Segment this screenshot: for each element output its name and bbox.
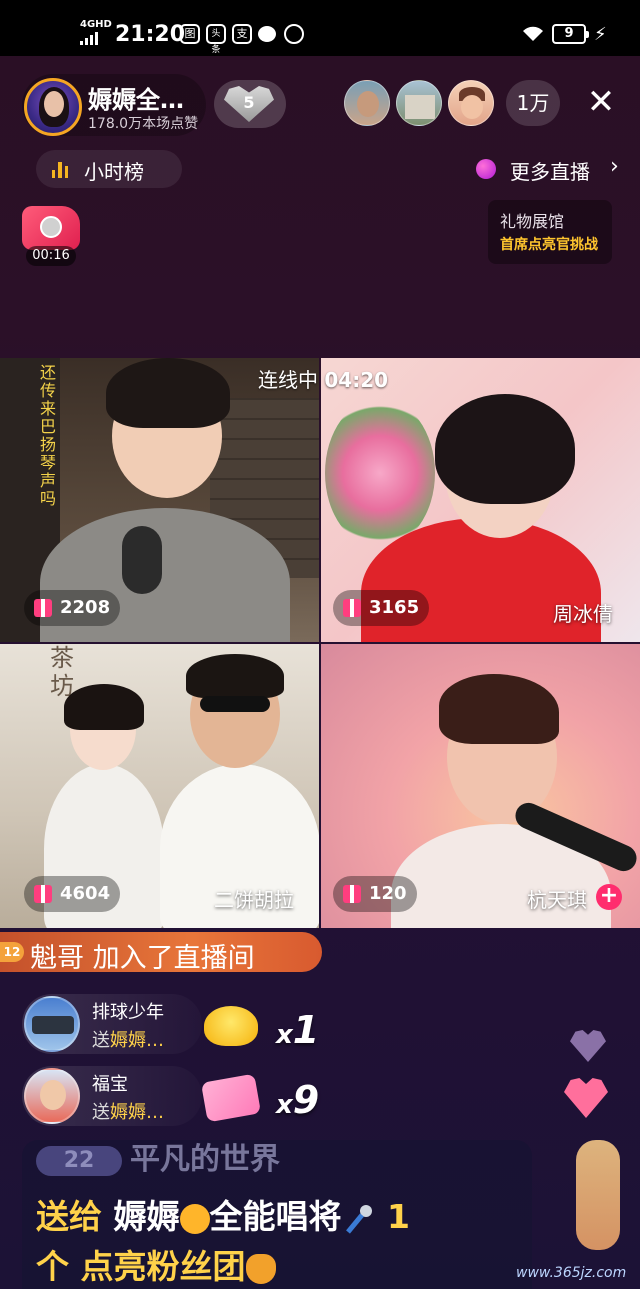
chat-notification-icon: [258, 26, 276, 42]
gift-icon: [34, 599, 52, 617]
join-text: 魁哥 加入了直播间: [30, 943, 255, 974]
stream-score: 4604: [24, 876, 121, 912]
viewer-avatar[interactable]: [448, 80, 494, 126]
gift-sender-name: 福宝: [92, 1074, 128, 1095]
gift-broadcast-ticker: 22 平凡的世界 送给 媷媷 全能唱将 1 个 点亮粉丝团: [22, 1140, 532, 1289]
user-level-badge: 12: [0, 942, 24, 962]
app-notification-icon: 图: [180, 24, 200, 44]
connection-label: 连线中: [258, 368, 318, 392]
gift-send-text: 送媷媷…: [92, 1030, 164, 1051]
broadcast-line-2: 个 点亮粉丝团: [36, 1240, 276, 1288]
viewer-avatar[interactable]: [344, 80, 390, 126]
cellular-signal-icon: 4GHD: [80, 20, 112, 45]
close-icon[interactable]: ✕: [580, 82, 622, 124]
gift-count: x1: [276, 1008, 320, 1052]
microphone-icon: [40, 216, 62, 238]
more-live-button[interactable]: 更多直播 ›: [468, 150, 640, 188]
alipay-notification-icon: 支: [232, 24, 252, 44]
user-level-badge: 22: [36, 1145, 122, 1176]
network-type: 4GHD: [80, 19, 112, 30]
gift-sender-name: 排球少年: [92, 1002, 164, 1023]
heart-gift-icon: [204, 1006, 258, 1046]
clock: 21:20: [115, 22, 186, 47]
streamer-name[interactable]: 杭天琪: [527, 884, 587, 913]
stream-score: 2208: [24, 590, 121, 626]
floating-heart-icon: [570, 1030, 606, 1062]
gift-icon: [34, 885, 52, 903]
fan-club-button[interactable]: 5: [214, 80, 286, 128]
live-orb-icon: [476, 159, 496, 179]
gift-notification[interactable]: 排球少年 送媷媷…: [22, 994, 202, 1054]
fan-level-heart-icon: 5: [224, 86, 274, 122]
gift-send-text: 送媷媷…: [92, 1102, 164, 1123]
stream-score: 3165: [333, 590, 430, 626]
host-avatar[interactable]: [24, 78, 82, 136]
stream-tile[interactable]: 120 杭天琪: [321, 644, 640, 928]
chevron-right-icon: ›: [610, 154, 619, 179]
stream-tile[interactable]: 茶坊 4604 二饼胡拉: [0, 644, 319, 928]
connection-time: 04:20: [324, 368, 389, 392]
battery-icon: 9: [552, 24, 589, 44]
broadcast-line-1: 送给 媷媷 全能唱将 1: [36, 1197, 410, 1236]
gift-notification[interactable]: 福宝 送媷媷…: [22, 1066, 202, 1126]
avatar[interactable]: [24, 996, 80, 1052]
charging-icon: ⚡: [594, 24, 607, 45]
watermark: www.365jz.com: [516, 1265, 627, 1281]
timer-text: 00:16: [26, 246, 76, 266]
floating-heart-icon: [564, 1078, 608, 1118]
host-likes: 178.0万本场点赞: [88, 116, 199, 132]
wall-lettering: 还传来巴扬琴声吗: [40, 363, 57, 508]
host-name[interactable]: 媷媷全…: [88, 80, 184, 115]
like-hand-icon[interactable]: [576, 1140, 620, 1250]
zodiac-emoji-icon: [179, 1203, 210, 1234]
link-notification-icon: [284, 24, 304, 44]
bar-chart-icon: [52, 160, 68, 178]
toutiao-notification-icon: 头条: [206, 24, 226, 55]
hourly-rank-label[interactable]: 小时榜: [84, 156, 144, 185]
hourly-timer-badge[interactable]: 00:16: [22, 206, 80, 266]
gift-count: x9: [276, 1078, 320, 1122]
streamer-name[interactable]: 二饼胡拉: [214, 884, 294, 913]
stream-tile[interactable]: 还传来巴扬琴声吗 2208: [0, 358, 319, 642]
more-live-label: 更多直播: [510, 160, 590, 184]
stream-score: 120: [333, 876, 417, 912]
wifi-icon: [523, 26, 543, 41]
gift-hall-title: 礼物展馆: [500, 212, 565, 231]
viewer-count-button[interactable]: 1万: [506, 80, 560, 126]
follow-plus-icon[interactable]: +: [596, 884, 622, 910]
fan-heart-emoji-icon: [245, 1253, 276, 1284]
gift-hall-card[interactable]: 礼物展馆 首席点亮官挑战: [488, 200, 612, 264]
ticket-gift-icon: [200, 1073, 262, 1123]
gift-icon: [343, 885, 361, 903]
connection-status: 连线中 04:20: [258, 364, 388, 393]
status-bar: 4GHD 21:20 图 头条 支 9 ⚡: [0, 0, 640, 56]
gift-hall-subtitle: 首席点亮官挑战: [500, 237, 598, 253]
microphone-icon: [342, 1202, 376, 1236]
gift-icon: [343, 599, 361, 617]
join-notification: 12 魁哥 加入了直播间: [0, 932, 322, 974]
streamer-name[interactable]: 周冰倩: [553, 598, 613, 627]
previous-message: 22 平凡的世界: [36, 1140, 280, 1178]
viewer-avatar[interactable]: [396, 80, 442, 126]
stream-tile[interactable]: 3165 周冰倩: [321, 358, 640, 642]
avatar[interactable]: [24, 1068, 80, 1124]
